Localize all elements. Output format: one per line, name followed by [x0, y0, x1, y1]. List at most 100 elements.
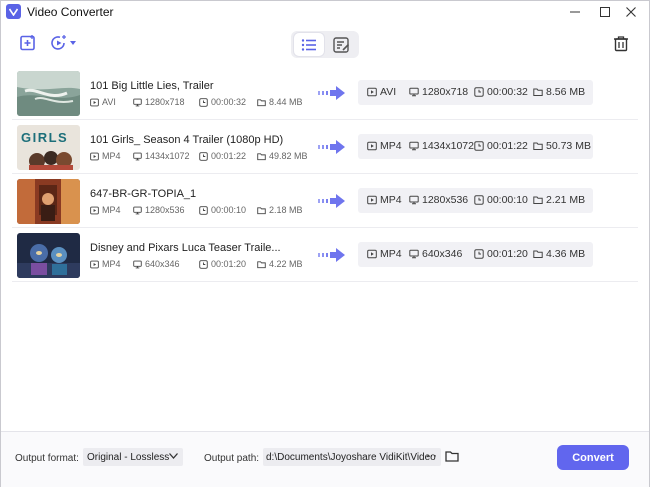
file-row[interactable]: 101 Big Little Lies, Trailer AVI 1280x71… — [12, 66, 638, 120]
output-format-select-value: Original - Lossless — [87, 451, 170, 463]
chevron-down-icon — [169, 453, 178, 459]
maximize-button[interactable] — [591, 1, 619, 22]
duration-icon — [474, 87, 484, 97]
convert-button[interactable]: Convert — [557, 445, 629, 470]
output-resolution-value: 1280x536 — [422, 194, 469, 206]
source-format: MP4 — [90, 205, 121, 215]
duration-icon — [199, 152, 208, 161]
format-icon — [367, 87, 377, 97]
output-path-field[interactable]: d:\Documents\Joyoshare VidiKit\Video ··· — [263, 448, 441, 466]
file-row[interactable]: 647-BR-GR-TOPIA_1 MP4 1280x536 00:00:10 … — [12, 174, 638, 228]
source-format-value: AVI — [102, 97, 116, 107]
source-format-value: MP4 — [102, 151, 121, 161]
output-duration: 00:00:10 — [474, 194, 528, 206]
list-view-button[interactable] — [294, 33, 324, 56]
source-duration: 00:01:22 — [199, 151, 246, 161]
resolution-icon — [133, 260, 142, 269]
format-icon — [90, 98, 99, 107]
minimize-button[interactable] — [561, 1, 589, 22]
source-size-value: 8.44 MB — [269, 97, 303, 107]
output-duration-value: 00:01:22 — [487, 140, 528, 152]
video-thumbnail — [17, 179, 80, 224]
add-file-icon — [20, 35, 35, 51]
add-media-icon — [51, 35, 66, 50]
view-toggle — [291, 31, 359, 58]
size-icon — [533, 141, 543, 151]
source-format: MP4 — [90, 259, 121, 269]
resolution-icon — [133, 98, 142, 107]
add-file-button[interactable] — [19, 34, 37, 52]
source-resolution: 640x346 — [133, 259, 180, 269]
output-format-select[interactable]: Original - Lossless — [83, 448, 183, 466]
output-settings[interactable]: MP4 1434x1072 00:01:22 50.73 MB — [358, 134, 593, 159]
output-format-label: Output format: — [15, 453, 79, 464]
output-resolution-value: 640x346 — [422, 248, 463, 260]
file-name: 101 Girls_ Season 4 Trailer (1080p HD) — [90, 134, 284, 146]
source-size-value: 49.82 MB — [269, 151, 308, 161]
open-folder-button[interactable] — [445, 450, 459, 465]
format-icon — [90, 260, 99, 269]
browse-more-button[interactable]: ··· — [426, 450, 437, 462]
output-path-label: Output path: — [204, 453, 260, 464]
bottom-bar: Output format: Original - Lossless Outpu… — [1, 431, 649, 487]
trash-icon — [614, 35, 628, 51]
resolution-icon — [409, 195, 419, 205]
source-format: MP4 — [90, 151, 121, 161]
source-resolution-value: 1280x536 — [145, 205, 185, 215]
output-format: AVI — [367, 86, 396, 98]
source-duration-value: 00:00:10 — [211, 205, 247, 215]
resolution-icon — [409, 141, 419, 151]
source-format-value: MP4 — [102, 205, 121, 215]
chevron-down-icon — [70, 41, 76, 45]
output-duration-value: 00:00:32 — [487, 86, 528, 98]
add-media-dropdown-button[interactable] — [49, 34, 77, 52]
source-resolution-value: 1434x1072 — [145, 151, 190, 161]
file-row[interactable]: GIRLS 101 Girls_ Season 4 Trailer (1080p… — [12, 120, 638, 174]
convert-arrow-icon — [318, 248, 346, 262]
output-size: 4.36 MB — [533, 248, 585, 260]
output-settings[interactable]: MP4 640x346 00:01:20 4.36 MB — [358, 242, 593, 267]
edit-list-icon — [332, 36, 349, 53]
format-icon — [367, 249, 377, 259]
source-duration-value: 00:01:20 — [211, 259, 247, 269]
source-size: 4.22 MB — [257, 259, 303, 269]
size-icon — [533, 249, 543, 259]
delete-all-button[interactable] — [612, 34, 630, 52]
duration-icon — [474, 249, 484, 259]
output-format-value: MP4 — [380, 248, 402, 260]
source-size-value: 2.18 MB — [269, 205, 303, 215]
output-size-value: 4.36 MB — [546, 248, 586, 260]
output-format-value: AVI — [380, 86, 397, 98]
output-duration-value: 00:01:20 — [487, 248, 528, 260]
edit-view-button[interactable] — [326, 33, 356, 56]
close-button[interactable] — [617, 1, 645, 22]
app-window: Video Converter 101 Big Little Lies, Tra… — [0, 0, 650, 487]
convert-arrow-icon — [318, 86, 346, 100]
output-settings[interactable]: AVI 1280x718 00:00:32 8.56 MB — [358, 80, 593, 105]
title-bar: Video Converter — [1, 1, 649, 22]
file-row[interactable]: Disney and Pixars Luca Teaser Traile... … — [12, 228, 638, 282]
minimize-icon — [570, 11, 580, 12]
list-icon — [301, 38, 316, 51]
output-duration-value: 00:00:10 — [487, 194, 528, 206]
size-icon — [257, 98, 266, 107]
output-size-value: 50.73 MB — [546, 140, 591, 152]
source-size-value: 4.22 MB — [269, 259, 303, 269]
source-duration-value: 00:00:32 — [211, 97, 247, 107]
file-name: 647-BR-GR-TOPIA_1 — [90, 188, 197, 200]
source-size: 2.18 MB — [257, 205, 303, 215]
source-duration: 00:00:10 — [199, 205, 246, 215]
source-duration: 00:01:20 — [199, 259, 246, 269]
output-resolution: 1280x536 — [409, 194, 468, 206]
output-settings[interactable]: MP4 1280x536 00:00:10 2.21 MB — [358, 188, 593, 213]
format-icon — [367, 141, 377, 151]
duration-icon — [199, 206, 208, 215]
output-size-value: 2.21 MB — [546, 194, 586, 206]
output-resolution: 640x346 — [409, 248, 462, 260]
output-format: MP4 — [367, 194, 402, 206]
output-resolution: 1434x1072 — [409, 140, 474, 152]
maximize-icon — [600, 6, 610, 17]
duration-icon — [474, 195, 484, 205]
source-format: AVI — [90, 97, 116, 107]
resolution-icon — [133, 206, 142, 215]
